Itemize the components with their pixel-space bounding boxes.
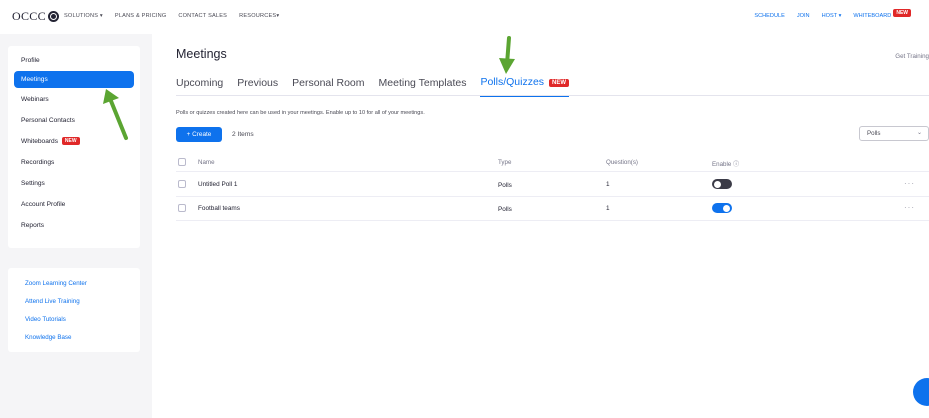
sidebar-item-label: Reports [21,222,45,229]
tab-polls-quizzes[interactable]: Polls/Quizzes NEW [480,76,569,97]
poll-question-count: 1 [606,181,610,188]
item-count: 2 Items [232,131,254,138]
tab-bar: Upcoming Previous Personal Room Meeting … [176,76,569,97]
link-attend-live-training[interactable]: Attend Live Training [25,298,80,305]
logo-mark-icon [47,11,59,22]
toggle-knob [714,180,721,188]
toggle-knob [723,204,730,212]
nav-whiteboard[interactable]: WHITEBOARD NEW [853,9,911,19]
new-badge: NEW [61,137,80,145]
tab-personal-room[interactable]: Personal Room [292,77,364,97]
table-header: Name Type Question(s) Enable ⓘ [176,156,929,172]
nav-whiteboard-label: WHITEBOARD [853,13,892,19]
sidebar-item-settings[interactable]: Settings [14,175,134,192]
sidebar-item-label: Recordings [21,159,55,166]
new-badge: NEW [548,79,569,87]
column-type: Type [498,159,512,166]
more-options-icon[interactable]: ··· [904,203,915,212]
nav-solutions[interactable]: SOLUTIONS ▾ [64,13,103,19]
poll-name-link[interactable]: Football teams [198,205,240,212]
table-row: Football teams Polls 1 ··· [176,198,929,221]
sidebar-item-label: Settings [21,180,45,187]
nav-links: SOLUTIONS ▾ PLANS & PRICING CONTACT SALE… [64,13,279,19]
top-nav: OCCC SOLUTIONS ▾ PLANS & PRICING CONTACT… [0,0,929,34]
sidebar-item-recordings[interactable]: Recordings [14,154,134,171]
nav-plans-pricing[interactable]: PLANS & PRICING [115,13,167,19]
poll-type: Polls [498,206,512,213]
enable-toggle-on[interactable] [712,203,732,213]
nav-right: SCHEDULE JOIN HOST ▾ WHITEBOARD NEW [754,9,911,19]
tab-upcoming[interactable]: Upcoming [176,77,223,97]
enable-toggle-off[interactable] [712,179,732,189]
tab-divider [176,95,929,96]
nav-contact-sales[interactable]: CONTACT SALES [178,13,227,19]
sidebar-item-label: Meetings [21,76,48,83]
sidebar-item-label: Profile [21,57,40,64]
table-row: Untitled Poll 1 Polls 1 ··· [176,174,929,197]
nav-host[interactable]: HOST ▾ [822,13,842,19]
sidebar-item-webinars[interactable]: Webinars [14,91,134,108]
tab-meeting-templates[interactable]: Meeting Templates [379,77,467,97]
row-checkbox[interactable] [178,180,186,188]
sidebar-item-profile[interactable]: Profile [14,52,134,69]
poll-question-count: 1 [606,205,610,212]
sidebar-item-label: Personal Contacts [21,117,75,124]
nav-resources[interactable]: RESOURCES▾ [239,13,279,19]
type-filter-select[interactable]: Polls ⌄ [859,126,929,141]
sidebar-item-meetings[interactable]: Meetings [14,71,134,88]
row-checkbox[interactable] [178,204,186,212]
more-options-icon[interactable]: ··· [904,179,915,188]
sidebar-item-whiteboards[interactable]: Whiteboards NEW [14,133,134,150]
link-video-tutorials[interactable]: Video Tutorials [25,316,66,323]
tab-label: Polls/Quizzes [480,76,545,88]
column-enable: Enable ⓘ [712,161,740,168]
create-button[interactable]: + Create [176,127,222,142]
sidebar: Profile Meetings Webinars Personal Conta… [8,46,140,248]
nav-join[interactable]: JOIN [797,13,810,19]
nav-schedule[interactable]: SCHEDULE [754,13,784,19]
main-panel: Meetings Get Training Upcoming Previous … [152,34,929,418]
sidebar-item-label: Webinars [21,96,49,103]
poll-type: Polls [498,182,512,189]
page-title: Meetings [176,47,227,61]
poll-name-link[interactable]: Untitled Poll 1 [198,181,237,188]
column-questions: Question(s) [606,159,638,166]
logo[interactable]: OCCC [12,9,59,24]
sidebar-item-label: Whiteboards [21,138,59,145]
get-training-link[interactable]: Get Training [895,53,929,60]
select-all-checkbox[interactable] [178,158,186,166]
chevron-down-icon: ⌄ [916,130,922,136]
polls-description: Polls or quizzes created here can be use… [176,110,425,116]
sidebar-item-personal-contacts[interactable]: Personal Contacts [14,112,134,129]
tab-previous[interactable]: Previous [237,77,278,97]
sidebar-item-reports[interactable]: Reports [14,217,134,234]
link-zoom-learning-center[interactable]: Zoom Learning Center [25,280,87,287]
sidebar-item-account-profile[interactable]: Account Profile [14,196,134,213]
select-value: Polls [867,130,881,137]
learning-links: Zoom Learning Center Attend Live Trainin… [8,268,140,352]
column-name: Name [198,159,215,166]
sidebar-item-label: Account Profile [21,201,66,208]
link-knowledge-base[interactable]: Knowledge Base [25,334,71,341]
logo-text: OCCC [12,9,46,23]
new-badge: NEW [893,9,911,17]
